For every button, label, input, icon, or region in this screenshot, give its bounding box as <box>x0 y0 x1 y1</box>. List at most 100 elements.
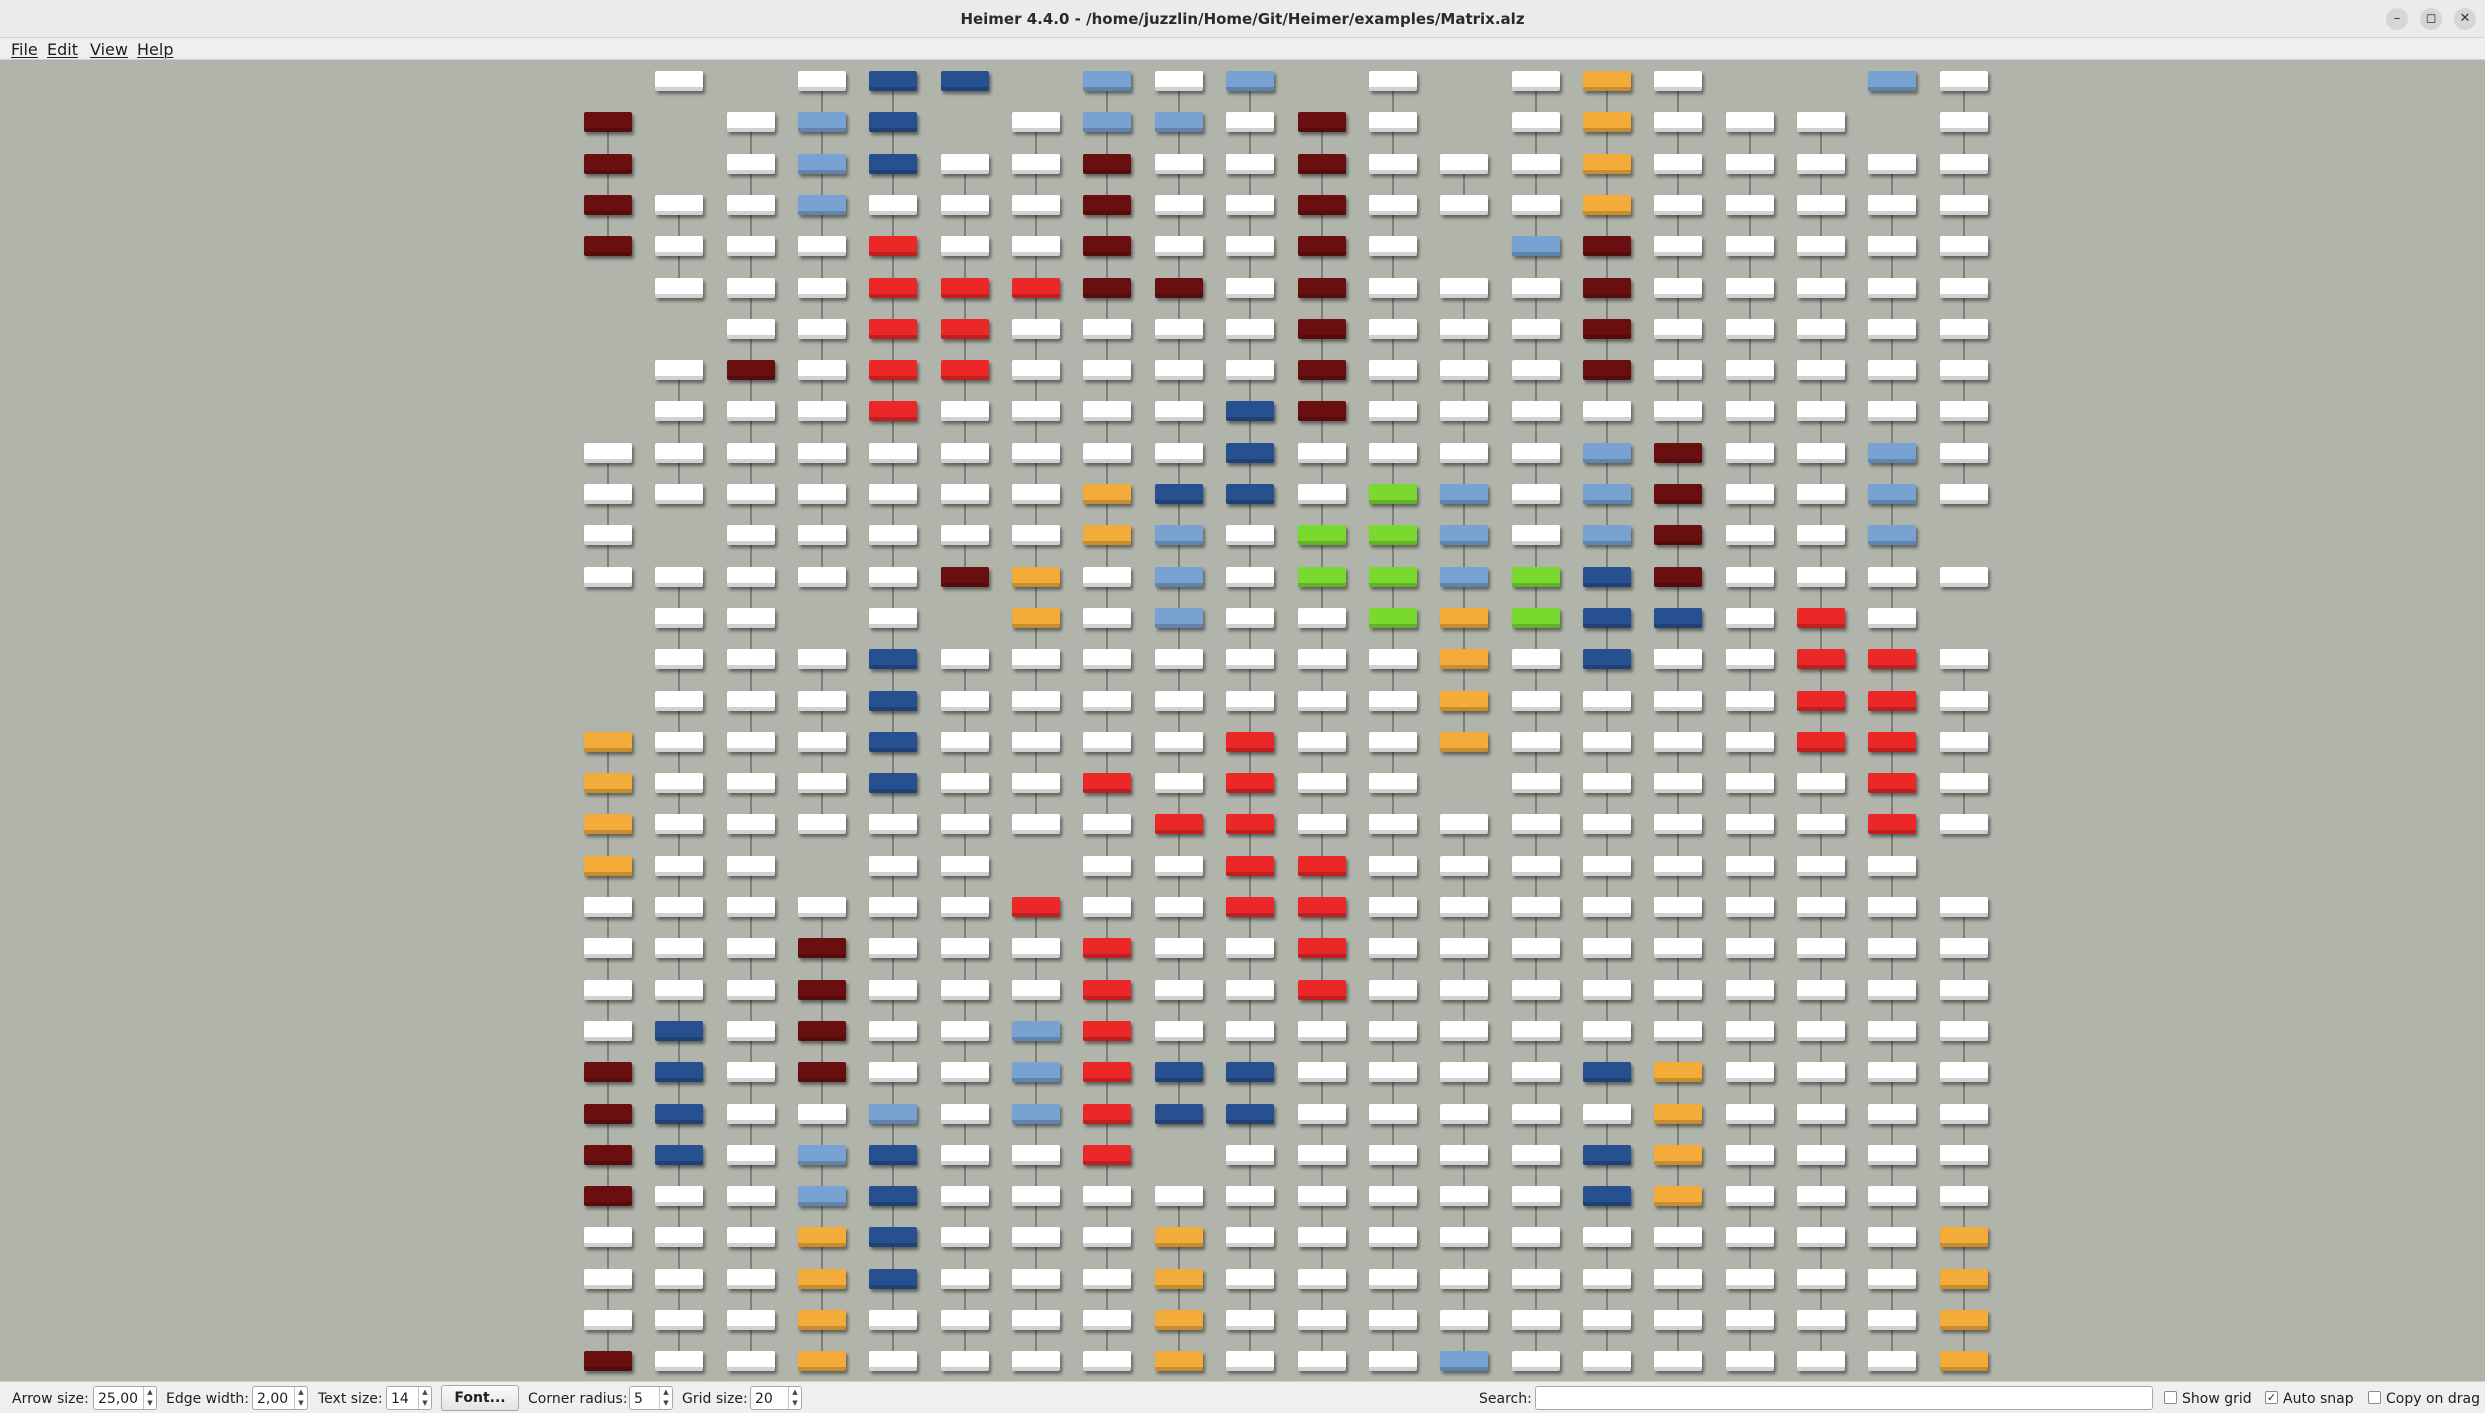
map-node[interactable] <box>1940 1021 1988 1041</box>
map-node[interactable] <box>1298 608 1346 628</box>
map-node[interactable] <box>1440 814 1488 834</box>
map-node[interactable] <box>941 71 989 91</box>
map-node[interactable] <box>941 980 989 1000</box>
map-node[interactable] <box>1940 278 1988 298</box>
map-node[interactable] <box>584 154 632 174</box>
map-node[interactable] <box>1654 484 1702 504</box>
map-node[interactable] <box>869 319 917 339</box>
map-node[interactable] <box>869 567 917 587</box>
map-node[interactable] <box>1868 938 1916 958</box>
map-node[interactable] <box>1440 897 1488 917</box>
map-node[interactable] <box>1012 773 1060 793</box>
map-node[interactable] <box>798 319 846 339</box>
map-node[interactable] <box>655 732 703 752</box>
map-node[interactable] <box>1012 649 1060 669</box>
map-node[interactable] <box>1868 732 1916 752</box>
map-node[interactable] <box>1654 814 1702 834</box>
map-node[interactable] <box>1083 1062 1131 1082</box>
map-node[interactable] <box>1797 938 1845 958</box>
map-node[interactable] <box>1083 1269 1131 1289</box>
arrow-size-spinbox[interactable]: 25,00 ▲ ▼ <box>93 1386 157 1410</box>
map-node[interactable] <box>1940 1227 1988 1247</box>
map-node[interactable] <box>727 732 775 752</box>
map-node[interactable] <box>1155 154 1203 174</box>
map-node[interactable] <box>1083 897 1131 917</box>
spin-arrows-icon[interactable]: ▲ ▼ <box>143 1387 156 1409</box>
map-node[interactable] <box>1654 71 1702 91</box>
map-node[interactable] <box>1369 1310 1417 1330</box>
map-node[interactable] <box>869 278 917 298</box>
map-node[interactable] <box>1940 401 1988 421</box>
copy-on-drag-checkbox[interactable] <box>2368 1391 2381 1404</box>
map-node[interactable] <box>941 278 989 298</box>
map-node[interactable] <box>584 1062 632 1082</box>
map-node[interactable] <box>1012 608 1060 628</box>
map-node[interactable] <box>1512 1227 1560 1247</box>
map-node[interactable] <box>1726 1062 1774 1082</box>
map-node[interactable] <box>655 856 703 876</box>
map-node[interactable] <box>1940 319 1988 339</box>
map-node[interactable] <box>1298 236 1346 256</box>
map-node[interactable] <box>1797 608 1845 628</box>
map-node[interactable] <box>1369 938 1417 958</box>
map-node[interactable] <box>1298 1021 1346 1041</box>
map-node[interactable] <box>1654 856 1702 876</box>
text-size-spinbox[interactable]: 14 ▲ ▼ <box>386 1386 432 1410</box>
map-node[interactable] <box>1440 1269 1488 1289</box>
map-node[interactable] <box>1512 649 1560 669</box>
map-node[interactable] <box>1654 360 1702 380</box>
map-node[interactable] <box>1940 443 1988 463</box>
map-node[interactable] <box>727 484 775 504</box>
map-node[interactable] <box>1797 773 1845 793</box>
map-node[interactable] <box>1226 401 1274 421</box>
map-node[interactable] <box>1298 980 1346 1000</box>
map-node[interactable] <box>1083 195 1131 215</box>
map-node[interactable] <box>727 1310 775 1330</box>
map-node[interactable] <box>1083 1186 1131 1206</box>
map-node[interactable] <box>1512 401 1560 421</box>
map-node[interactable] <box>1440 319 1488 339</box>
map-node[interactable] <box>655 897 703 917</box>
map-node[interactable] <box>1369 897 1417 917</box>
map-node[interactable] <box>655 1062 703 1082</box>
map-node[interactable] <box>1868 360 1916 380</box>
map-node[interactable] <box>1512 319 1560 339</box>
map-node[interactable] <box>1868 236 1916 256</box>
map-node[interactable] <box>1440 1062 1488 1082</box>
map-node[interactable] <box>655 401 703 421</box>
map-node[interactable] <box>1797 1021 1845 1041</box>
map-node[interactable] <box>655 1351 703 1371</box>
map-node[interactable] <box>1512 814 1560 834</box>
map-node[interactable] <box>798 1351 846 1371</box>
map-node[interactable] <box>1654 1021 1702 1041</box>
map-node[interactable] <box>869 195 917 215</box>
map-node[interactable] <box>1226 814 1274 834</box>
map-node[interactable] <box>869 691 917 711</box>
map-node[interactable] <box>1654 278 1702 298</box>
map-node[interactable] <box>1298 1227 1346 1247</box>
map-node[interactable] <box>727 814 775 834</box>
map-node[interactable] <box>1797 319 1845 339</box>
map-node[interactable] <box>727 1021 775 1041</box>
map-node[interactable] <box>1083 112 1131 132</box>
map-node[interactable] <box>1583 1062 1631 1082</box>
map-node[interactable] <box>584 856 632 876</box>
map-node[interactable] <box>1726 1227 1774 1247</box>
spin-arrows-icon[interactable]: ▲ ▼ <box>418 1387 431 1409</box>
map-node[interactable] <box>1083 1227 1131 1247</box>
map-node[interactable] <box>727 401 775 421</box>
map-node[interactable] <box>1868 525 1916 545</box>
map-node[interactable] <box>1012 1186 1060 1206</box>
map-node[interactable] <box>869 154 917 174</box>
map-node[interactable] <box>1226 691 1274 711</box>
map-node[interactable] <box>1797 1104 1845 1124</box>
map-node[interactable] <box>869 938 917 958</box>
map-node[interactable] <box>869 443 917 463</box>
map-node[interactable] <box>727 649 775 669</box>
map-node[interactable] <box>1369 1062 1417 1082</box>
map-node[interactable] <box>1369 608 1417 628</box>
map-node[interactable] <box>1726 443 1774 463</box>
map-node[interactable] <box>1654 236 1702 256</box>
map-node[interactable] <box>1226 112 1274 132</box>
auto-snap-checkbox[interactable]: ✓ <box>2265 1391 2278 1404</box>
